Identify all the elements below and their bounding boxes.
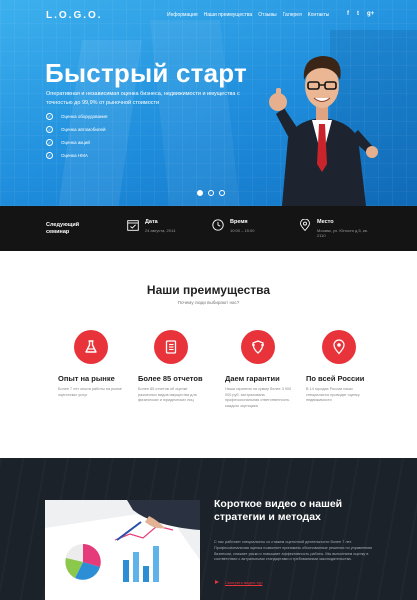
businessman-photo [269, 56, 378, 206]
slider-dot[interactable] [197, 190, 203, 196]
main-nav: Информация Наши преимущества Отзывы Гале… [167, 12, 329, 18]
charts-photo[interactable] [45, 500, 200, 600]
advantages-subtitle: Почему люди выбирают нас? [177, 300, 240, 305]
advantage-title: Даем гарантии [225, 374, 280, 383]
hero-subtitle: Оперативная и независимая оценка бизнеса… [46, 91, 240, 106]
advantage-icon-circle [74, 330, 108, 364]
advantage-item: По всей России В 14 городах России наши … [306, 330, 392, 404]
seminar-bar: Следующий семинар Дата 24 августа, 2014 … [0, 206, 417, 251]
calendar-icon [127, 220, 139, 231]
advantage-icon-circle [154, 330, 188, 364]
place-title: Место [317, 219, 334, 225]
nav-item-contacts[interactable]: Контакты [308, 12, 330, 18]
map-pin-icon [300, 219, 310, 231]
feature-item: ✓ Оценка НМА [46, 149, 107, 162]
feature-label: Оценка НМА [61, 153, 88, 158]
advantage-item: Более 85 отчетов Более 85 отчетов об оце… [138, 330, 224, 404]
advantage-title: По всей России [306, 374, 365, 383]
watch-video-link[interactable]: Смотреть видео-тур [214, 579, 262, 585]
nav-item-gallery[interactable]: Галерея [283, 12, 302, 18]
seminar-time: Время 10:00 – 15:00 [212, 219, 254, 233]
check-icon: ✓ [46, 139, 53, 146]
advantage-text: Более 85 отчетов об оценке различных вид… [138, 387, 197, 402]
nav-item-advantages[interactable]: Наши преимущества [204, 12, 253, 18]
slider-dot[interactable] [208, 190, 214, 196]
feature-item: ✓ Оценка оборудования [46, 110, 107, 123]
feature-label: Оценка автомобилей [61, 127, 106, 132]
map-pin-icon [333, 339, 345, 355]
advantage-text: Наша гарантия на сумму более 3 000 000 р… [225, 387, 292, 408]
logo[interactable]: L.O.G.O. [46, 10, 103, 21]
advantage-icon-circle [322, 330, 356, 364]
date-value: 24 августа, 2014 [145, 228, 176, 233]
advantage-text: В 14 городах России наши специалисты про… [306, 387, 360, 402]
watch-video-label[interactable]: Смотреть видео-тур [225, 580, 262, 585]
advantage-title: Более 85 отчетов [138, 374, 203, 383]
nav-item-reviews[interactable]: Отзывы [258, 12, 276, 18]
seminar-label: Следующий семинар [46, 222, 80, 235]
advantage-text: Более 7 лет опыта работы на рынке оценоч… [58, 387, 122, 397]
twitter-icon[interactable]: t [357, 11, 359, 17]
check-icon: ✓ [46, 113, 53, 120]
google-plus-icon[interactable]: g+ [367, 11, 374, 17]
social-links: f t g+ [347, 11, 374, 17]
check-icon: ✓ [46, 152, 53, 159]
seminar-place: Место Москва, ул. Юности д.5, кв. 2110 [299, 219, 372, 238]
time-value: 10:00 – 15:00 [230, 228, 255, 233]
slider-dot[interactable] [219, 190, 225, 196]
shield-icon [252, 340, 264, 354]
facebook-icon[interactable]: f [347, 11, 349, 17]
place-value: Москва, ул. Юности д.5, кв. 2110 [317, 228, 368, 238]
clock-icon [212, 219, 224, 231]
feature-item: ✓ Оценка автомобилей [46, 123, 107, 136]
video-section: Короткое видео о нашей стратегии и метод… [0, 458, 417, 600]
seminar-date: Дата 24 августа, 2014 [127, 219, 175, 233]
video-title: Короткое видео о нашей стратегии и метод… [214, 498, 343, 523]
hero-title: Быстрый старт [45, 58, 247, 88]
play-icon [215, 580, 219, 584]
check-icon: ✓ [46, 126, 53, 133]
advantage-item: Опыт на рынке Более 7 лет опыта работы н… [58, 330, 144, 398]
feature-item: ✓ Оценка акций [46, 136, 107, 149]
document-list-icon [165, 340, 177, 354]
advantage-item: Даем гарантии Наша гарантия на сумму бол… [225, 330, 311, 409]
nav-item-info[interactable]: Информация [167, 12, 198, 18]
advantage-icon-circle [241, 330, 275, 364]
feature-list: ✓ Оценка оборудования ✓ Оценка автомобилей… [46, 110, 107, 162]
hero-section: L.O.G.O. Информация Наши преимущества От… [0, 0, 417, 206]
slider-dots [197, 190, 225, 196]
advantages-title: Наши преимущества [146, 283, 271, 297]
feature-label: Оценка оборудования [61, 114, 108, 119]
time-title: Время [230, 219, 248, 225]
date-title: Дата [145, 219, 158, 225]
video-description: С нас работает специалисты со стажем оце… [214, 540, 373, 562]
flask-icon [85, 340, 97, 353]
advantage-title: Опыт на рынке [58, 374, 115, 383]
feature-label: Оценка акций [61, 140, 90, 145]
